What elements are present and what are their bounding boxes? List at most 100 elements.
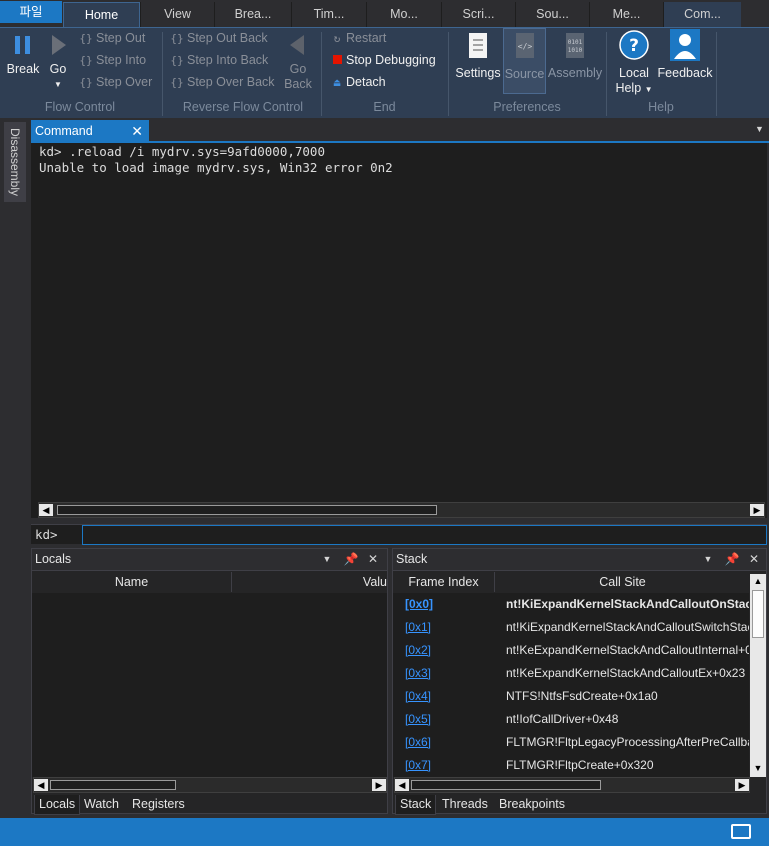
- tab-watch[interactable]: Watch: [80, 795, 123, 815]
- svg-text:?: ?: [629, 36, 639, 56]
- step-out-back-icon: {}: [170, 32, 184, 45]
- scrollbar-thumb[interactable]: [752, 590, 764, 638]
- column-header-frame-index[interactable]: Frame Index: [393, 572, 495, 592]
- pin-icon[interactable]: 📌: [724, 551, 740, 567]
- panel-menu-icon[interactable]: ▼: [755, 124, 764, 134]
- assembly-button[interactable]: 0101 1010 Assembly: [547, 30, 603, 81]
- close-icon[interactable]: ✕: [365, 551, 381, 567]
- command-input[interactable]: [82, 525, 767, 545]
- locals-list: [32, 593, 387, 777]
- locals-header: Locals ▼ 📌 ✕: [32, 549, 387, 571]
- stack-row[interactable]: [0x1] nt!KiExpandKernelStackAndCalloutSwi…: [393, 616, 749, 639]
- frame-index-link[interactable]: [0x4]: [405, 685, 431, 708]
- tab-breakpoints-pane[interactable]: Breakpoints: [495, 795, 569, 815]
- restart-button[interactable]: ↻ Restart: [328, 28, 387, 48]
- frame-index-link[interactable]: [0x5]: [405, 708, 431, 731]
- stack-row[interactable]: [0x6] FLTMGR!FltpLegacyProcessingAfterPre…: [393, 731, 749, 754]
- scroll-up-icon[interactable]: ▲: [751, 575, 765, 587]
- stack-vscrollbar[interactable]: ▲ ▼: [750, 574, 766, 777]
- tab-registers[interactable]: Registers: [128, 795, 189, 815]
- source-code-icon: </>: [515, 33, 534, 58]
- go-button[interactable]: Go ▼: [45, 32, 71, 92]
- left-dock-strip: Disassembly: [0, 118, 29, 818]
- column-header-call-site[interactable]: Call Site: [495, 572, 750, 592]
- source-button[interactable]: </> Source: [503, 28, 546, 94]
- frame-index-link[interactable]: [0x6]: [405, 731, 431, 754]
- tab-source[interactable]: Sou...: [515, 2, 589, 27]
- command-hscrollbar[interactable]: ◀ ▶: [38, 502, 765, 518]
- command-input-row: kd>: [31, 524, 767, 545]
- chevron-down-icon: ▼: [54, 80, 62, 89]
- group-label-flow-control: Flow Control: [44, 100, 116, 114]
- scroll-right-icon[interactable]: ▶: [372, 779, 386, 791]
- settings-button[interactable]: Settings: [453, 30, 503, 81]
- local-help-button[interactable]: ? Local Help ▼: [611, 28, 657, 97]
- scrollbar-thumb[interactable]: [57, 505, 437, 515]
- pin-icon[interactable]: 📌: [343, 551, 359, 567]
- chevron-down-icon: ▼: [644, 85, 653, 94]
- column-header-value[interactable]: Valu: [232, 572, 387, 592]
- detach-button[interactable]: ⏏ Detach: [328, 72, 386, 92]
- stack-row[interactable]: [0x7] FLTMGR!FltpCreate+0x320: [393, 754, 749, 777]
- tab-command-window[interactable]: Command ✕: [31, 120, 149, 142]
- tab-file[interactable]: 파일: [0, 1, 62, 23]
- tab-command[interactable]: Com...: [663, 2, 741, 27]
- locals-hscrollbar[interactable]: ◀ ▶: [33, 777, 387, 793]
- stack-row[interactable]: [0x3] nt!KeExpandKernelStackAndCalloutEx+…: [393, 662, 749, 685]
- step-into-back-button[interactable]: {} Step Into Back: [167, 50, 268, 70]
- step-over-back-button[interactable]: {} Step Over Back: [167, 72, 274, 92]
- scroll-left-icon[interactable]: ◀: [395, 779, 409, 791]
- step-over-button[interactable]: {} Step Over: [76, 72, 152, 92]
- frame-index-link[interactable]: [0x0]: [405, 593, 433, 616]
- step-into-button[interactable]: {} Step Into: [76, 50, 146, 70]
- stack-row[interactable]: [0x2] nt!KeExpandKernelStackAndCalloutInt…: [393, 639, 749, 662]
- tab-locals[interactable]: Locals: [34, 795, 81, 815]
- feedback-chat-icon[interactable]: [731, 824, 751, 839]
- feedback-button[interactable]: Feedback: [657, 28, 713, 81]
- tab-breakpoints[interactable]: Brea...: [214, 2, 291, 27]
- tab-stack[interactable]: Stack: [395, 795, 437, 815]
- scrollbar-thumb[interactable]: [50, 780, 176, 790]
- stack-row[interactable]: [0x0] nt!KiExpandKernelStackAndCalloutOnS…: [393, 593, 749, 616]
- scroll-right-icon[interactable]: ▶: [750, 504, 764, 516]
- frame-index-link[interactable]: [0x2]: [405, 639, 431, 662]
- chevron-down-icon[interactable]: ▼: [700, 551, 716, 567]
- close-icon[interactable]: ✕: [746, 551, 762, 567]
- step-out-button[interactable]: {} Step Out: [76, 28, 145, 48]
- go-back-icon: [290, 35, 304, 55]
- close-icon[interactable]: ✕: [131, 120, 143, 142]
- scroll-left-icon[interactable]: ◀: [34, 779, 48, 791]
- locals-pane: Locals ▼ 📌 ✕ Name Valu ◀ ▶ Locals Watch …: [31, 548, 388, 815]
- stack-tabbar: Stack Threads Breakpoints: [393, 795, 766, 815]
- tab-disassembly[interactable]: Disassembly: [4, 122, 26, 202]
- stop-debugging-button[interactable]: Stop Debugging: [328, 50, 436, 70]
- scroll-left-icon[interactable]: ◀: [39, 504, 53, 516]
- frame-index-link[interactable]: [0x7]: [405, 754, 431, 777]
- feedback-person-icon: [670, 29, 700, 61]
- tab-model[interactable]: Mo...: [366, 2, 441, 27]
- svg-text:0101: 0101: [568, 39, 583, 46]
- svg-text:</>: </>: [517, 42, 532, 51]
- stack-row[interactable]: [0x4] NTFS!NtfsFsdCreate+0x1a0: [393, 685, 749, 708]
- step-over-icon: {}: [79, 76, 93, 89]
- step-out-back-button[interactable]: {} Step Out Back: [167, 28, 267, 48]
- stack-hscrollbar[interactable]: ◀ ▶: [394, 777, 750, 793]
- tab-home[interactable]: Home: [63, 2, 140, 27]
- svg-text:1010: 1010: [568, 47, 583, 54]
- tab-memory[interactable]: Me...: [589, 2, 663, 27]
- tab-view[interactable]: View: [140, 2, 214, 27]
- stack-row[interactable]: [0x5] nt!IofCallDriver+0x48: [393, 708, 749, 731]
- frame-index-link[interactable]: [0x1]: [405, 616, 431, 639]
- frame-index-link[interactable]: [0x3]: [405, 662, 431, 685]
- break-button[interactable]: Break: [4, 32, 42, 77]
- scroll-right-icon[interactable]: ▶: [735, 779, 749, 791]
- tab-timelines[interactable]: Tim...: [291, 2, 366, 27]
- chevron-down-icon[interactable]: ▼: [319, 551, 335, 567]
- scroll-down-icon[interactable]: ▼: [751, 762, 765, 774]
- tab-threads[interactable]: Threads: [438, 795, 492, 815]
- go-back-button[interactable]: Go Back: [280, 32, 316, 92]
- tab-scripting[interactable]: Scri...: [441, 2, 515, 27]
- column-header-name[interactable]: Name: [32, 572, 232, 592]
- detach-icon: ⏏: [333, 76, 341, 89]
- scrollbar-thumb[interactable]: [411, 780, 601, 790]
